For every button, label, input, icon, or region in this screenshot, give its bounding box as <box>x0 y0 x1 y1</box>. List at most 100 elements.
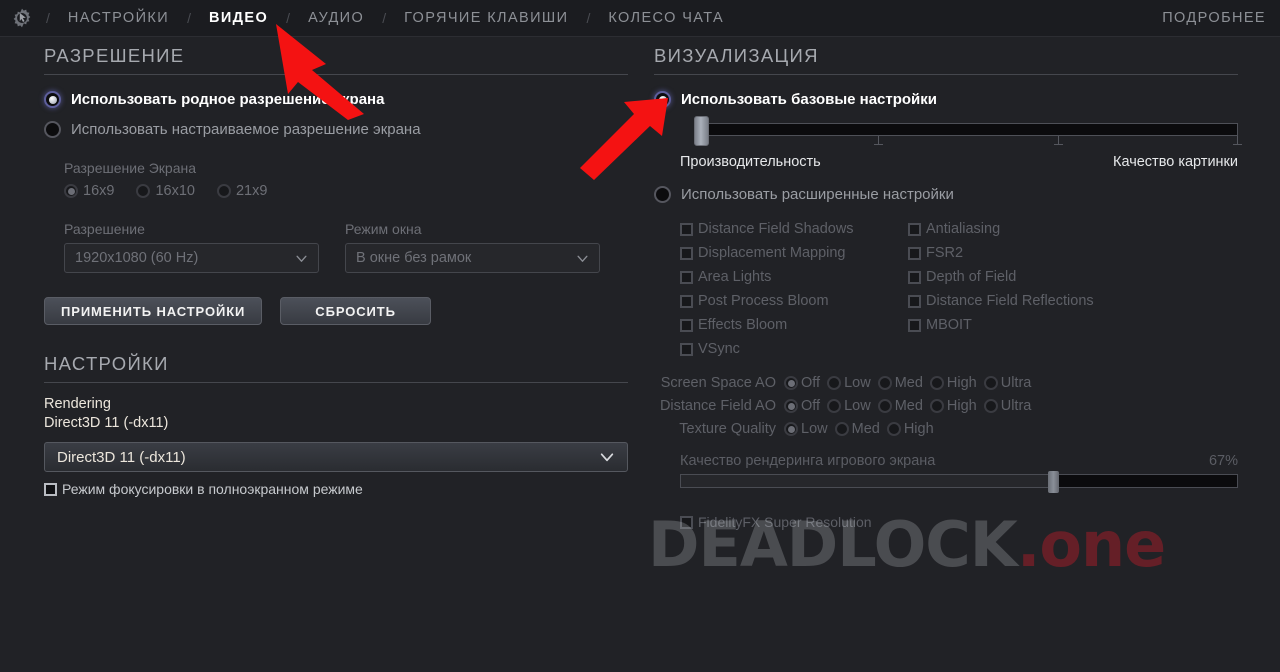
checkbox-label: MBOIT <box>926 317 972 333</box>
radio-basic-settings[interactable]: Использовать базовые настройки <box>654 91 1238 108</box>
tab-hotkeys[interactable]: ГОРЯЧИЕ КЛАВИШИ <box>388 0 584 37</box>
aspect-option-16x9-indicator[interactable] <box>64 184 78 198</box>
radio-basic-settings-indicator[interactable] <box>654 91 671 108</box>
checkbox-label: Distance Field Reflections <box>926 293 1094 309</box>
aspect-option-21x9[interactable]: 21x9 <box>216 183 267 199</box>
quality-preset-slider-handle[interactable] <box>694 116 709 146</box>
radio-custom-resolution-indicator[interactable] <box>44 121 61 138</box>
quality-preset-slider-track[interactable] <box>698 123 1238 136</box>
dfao-option-med[interactable]: Med <box>877 398 923 414</box>
ssao-option-ultra[interactable]: Ultra <box>983 375 1031 391</box>
quality-preset-slider[interactable] <box>680 116 1242 150</box>
focus-mode-checkbox-row[interactable]: Режим фокусировки в полноэкранном режиме <box>44 481 628 497</box>
checkbox-indicator[interactable] <box>908 270 921 284</box>
checkbox-indicator[interactable] <box>680 246 693 260</box>
texture-option-high-indicator[interactable] <box>886 422 901 436</box>
checkbox-distance-field-reflections[interactable]: Distance Field Reflections <box>908 293 1238 309</box>
aspect-option-16x10[interactable]: 16x10 <box>136 183 195 199</box>
radio-custom-resolution[interactable]: Использовать настраиваемое разрешение эк… <box>44 121 628 138</box>
row-texture-quality-label: Texture Quality <box>679 421 776 437</box>
rendering-current-value: Direct3D 11 (-dx11) <box>44 415 169 431</box>
fsr-checkbox[interactable] <box>680 515 693 529</box>
ssao-option-low[interactable]: Low <box>827 375 871 391</box>
checkbox-indicator[interactable] <box>908 294 921 308</box>
dfao-option-med-indicator[interactable] <box>877 399 892 413</box>
radio-native-resolution[interactable]: Использовать родное разрешение экрана <box>44 91 628 108</box>
settings-screen: / НАСТРОЙКИ / ВИДЕО / АУДИО / ГОРЯЧИЕ КЛ… <box>0 0 1280 672</box>
ssao-option-off[interactable]: Off <box>784 375 820 391</box>
checkbox-label: Distance Field Shadows <box>698 221 854 237</box>
checkbox-depth-of-field[interactable]: Depth of Field <box>908 269 1238 285</box>
render-quality-slider-handle[interactable] <box>1047 471 1059 493</box>
focus-mode-checkbox[interactable] <box>44 482 57 496</box>
checkbox-fsr2[interactable]: FSR2 <box>908 245 1238 261</box>
dfao-option-ultra[interactable]: Ultra <box>983 398 1031 414</box>
ssao-option-med-label: Med <box>894 375 923 391</box>
texture-option-low[interactable]: Low <box>784 421 828 437</box>
tab-chat-wheel[interactable]: КОЛЕСО ЧАТА <box>592 0 740 37</box>
checkbox-displacement-mapping[interactable]: Displacement Mapping <box>680 245 908 261</box>
checkbox-indicator[interactable] <box>680 294 693 308</box>
checkbox-indicator[interactable] <box>908 318 921 332</box>
texture-option-med[interactable]: Med <box>834 421 880 437</box>
ssao-option-low-indicator[interactable] <box>827 376 842 390</box>
texture-option-med-indicator[interactable] <box>834 422 849 436</box>
aspect-option-16x10-indicator[interactable] <box>136 184 151 198</box>
checkbox-indicator[interactable] <box>680 270 693 284</box>
ssao-option-off-indicator[interactable] <box>784 376 798 390</box>
checkbox-effects-bloom[interactable]: Effects Bloom <box>680 317 908 333</box>
checkbox-indicator[interactable] <box>908 246 921 260</box>
ssao-option-med-indicator[interactable] <box>877 376 892 390</box>
radio-native-resolution-indicator[interactable] <box>44 91 61 108</box>
dfao-option-off-indicator[interactable] <box>784 399 798 413</box>
aspect-option-16x9[interactable]: 16x9 <box>64 183 114 199</box>
aspect-option-21x9-indicator[interactable] <box>216 184 231 198</box>
checkbox-indicator[interactable] <box>680 342 693 356</box>
rendering-api-dropdown[interactable]: Direct3D 11 (-dx11) <box>44 442 628 472</box>
ssao-option-high[interactable]: High <box>929 375 977 391</box>
window-mode-dropdown[interactable]: В окне без рамок <box>345 243 600 273</box>
radio-advanced-settings[interactable]: Использовать расширенные настройки <box>654 186 1238 203</box>
tab-audio[interactable]: АУДИО <box>292 0 380 37</box>
reset-button[interactable]: СБРОСИТЬ <box>280 297 431 325</box>
dfao-option-ultra-indicator[interactable] <box>983 399 998 413</box>
chevron-down-icon <box>600 453 614 462</box>
checkbox-post-process-bloom[interactable]: Post Process Bloom <box>680 293 908 309</box>
checkbox-distance-field-shadows[interactable]: Distance Field Shadows <box>680 221 908 237</box>
ssao-option-high-indicator[interactable] <box>929 376 944 390</box>
checkbox-label: Displacement Mapping <box>698 245 846 261</box>
fsr-checkbox-row[interactable]: FidelityFX Super Resolution <box>680 514 1238 530</box>
checkbox-mboit[interactable]: MBOIT <box>908 317 1238 333</box>
dfao-option-low-indicator[interactable] <box>827 399 842 413</box>
divider <box>44 382 628 383</box>
checkbox-area-lights[interactable]: Area Lights <box>680 269 908 285</box>
checkbox-indicator[interactable] <box>680 318 693 332</box>
checkbox-indicator[interactable] <box>908 222 921 236</box>
dfao-option-high[interactable]: High <box>929 398 977 414</box>
more-link[interactable]: ПОДРОБНЕЕ <box>1162 0 1266 37</box>
nav-items: / НАСТРОЙКИ / ВИДЕО / АУДИО / ГОРЯЧИЕ КЛ… <box>44 0 740 37</box>
resolution-dropdown[interactable]: 1920x1080 (60 Hz) <box>64 243 319 273</box>
checkbox-antialiasing[interactable]: Antialiasing <box>908 221 1238 237</box>
texture-option-low-indicator[interactable] <box>784 422 798 436</box>
texture-option-high[interactable]: High <box>886 421 934 437</box>
gear-cursor-icon[interactable] <box>0 0 44 37</box>
row-distance-field-ao-label: Distance Field AO <box>659 398 776 414</box>
rendering-api-dropdown-value: Direct3D 11 (-dx11) <box>57 448 186 466</box>
dfao-option-off[interactable]: Off <box>784 398 820 414</box>
ssao-option-med[interactable]: Med <box>877 375 923 391</box>
resolution-fields: Разрешение 1920x1080 (60 Hz) Режим окна … <box>64 221 628 273</box>
radio-advanced-settings-label: Использовать расширенные настройки <box>681 186 954 203</box>
render-quality-slider[interactable] <box>680 471 1238 493</box>
dfao-option-high-indicator[interactable] <box>929 399 944 413</box>
radio-advanced-settings-indicator[interactable] <box>654 186 671 203</box>
apply-settings-button[interactable]: ПРИМЕНИТЬ НАСТРОЙКИ <box>44 297 263 325</box>
render-quality-value: 67% <box>1208 453 1238 469</box>
dfao-option-low[interactable]: Low <box>827 398 871 414</box>
checkbox-indicator[interactable] <box>680 222 693 236</box>
tab-video[interactable]: ВИДЕО <box>193 0 284 37</box>
checkbox-vsync[interactable]: VSync <box>680 341 908 357</box>
nav-separator: / <box>46 10 50 26</box>
tab-settings[interactable]: НАСТРОЙКИ <box>52 0 185 37</box>
ssao-option-ultra-indicator[interactable] <box>983 376 998 390</box>
